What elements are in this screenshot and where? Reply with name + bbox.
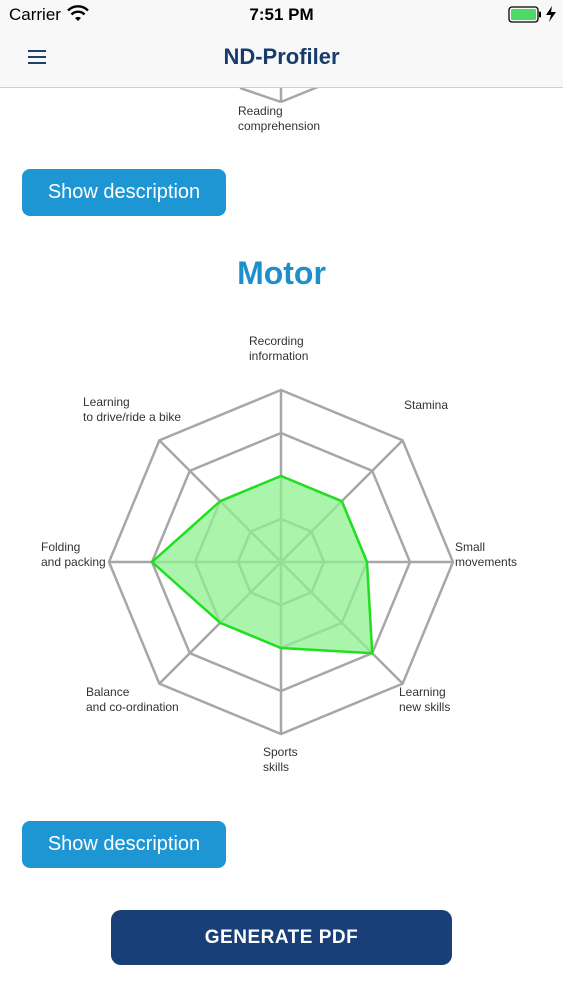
status-time: 7:51 PM: [249, 5, 314, 24]
radar-axis-label: Balance and co-ordination: [86, 685, 179, 714]
charging-bolt-icon: [546, 6, 556, 22]
battery-icon: [508, 6, 541, 23]
show-description-button-previous[interactable]: Show description: [22, 169, 226, 216]
app-screen: Carrier 7:51 PM ND-Profiler Reading comp…: [0, 0, 563, 1000]
motor-radar-chart: Recording information Stamina Small moveme…: [0, 320, 563, 790]
status-bar: Carrier 7:51 PM: [0, 0, 563, 30]
radar-axis-label: Small movements: [455, 540, 518, 569]
radar-axis-label: Sports skills: [263, 745, 298, 774]
navigation-bar: ND-Profiler: [0, 30, 563, 88]
radar-axis-label: Learning to drive/ride a bike: [83, 395, 182, 424]
axis-label-reading-comprehension: Reading comprehension: [238, 104, 321, 133]
show-description-button-motor[interactable]: Show description: [22, 821, 226, 868]
radar-axis-label: Learning new skills: [399, 685, 451, 714]
app-title: ND-Profiler: [223, 44, 340, 69]
section-title-motor: Motor: [237, 255, 326, 291]
generate-pdf-button[interactable]: GENERATE PDF: [111, 910, 452, 965]
radar-axis-label: Recording information: [249, 334, 309, 363]
radar-axis-label: Stamina: [404, 398, 449, 412]
radar-data-area: [150, 474, 374, 655]
radar-axis-label: Folding and packing: [41, 540, 106, 569]
